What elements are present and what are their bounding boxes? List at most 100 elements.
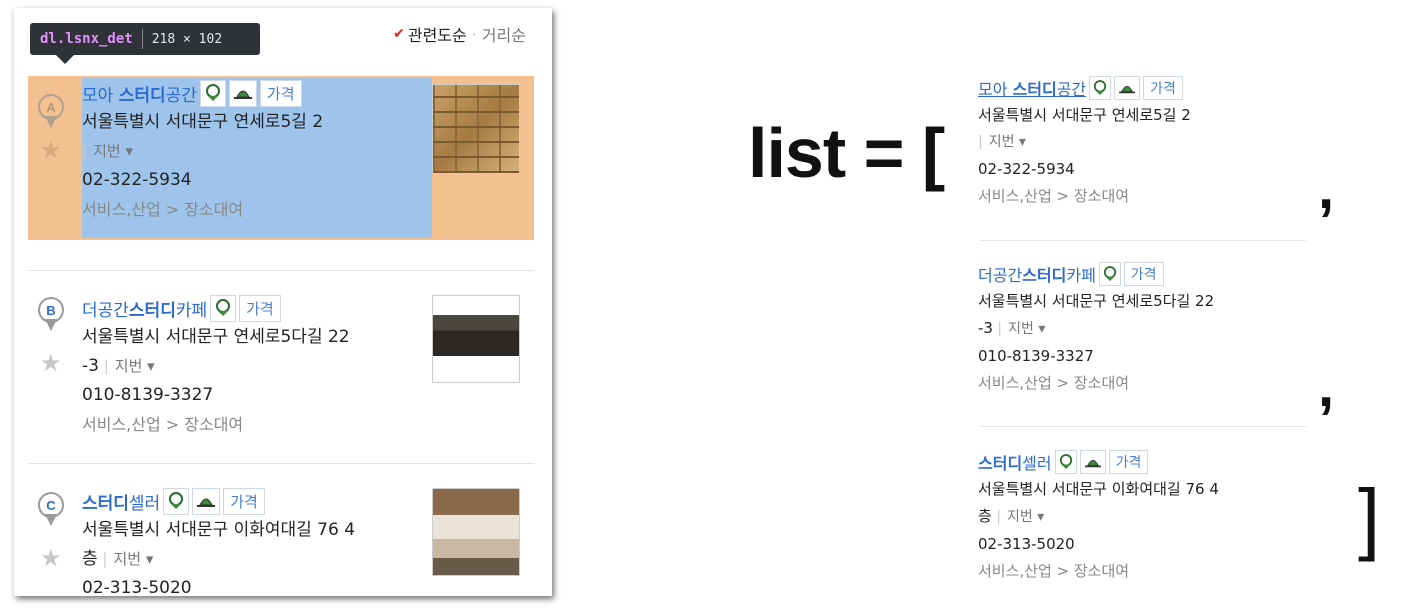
title-prefix: 모아	[978, 80, 1013, 99]
lot-label: 지번	[1008, 321, 1034, 337]
price-button[interactable]: 가격	[223, 487, 265, 515]
category-text: 서비스,산업 > 장소대여	[978, 562, 1130, 580]
title-prefix: 더공간	[82, 300, 129, 321]
sort-separator: ·	[471, 24, 477, 44]
category-text: 서비스,산업 > 장소대여	[978, 374, 1130, 392]
list-element-3: 스터디셀러 가격 서울특별시 서대문구 이화여대길 76 4 층 | 지번 ▾ 0…	[978, 448, 1308, 585]
list-close-bracket: ]	[1358, 473, 1381, 562]
title-row: 스터디셀러 가격	[978, 448, 1308, 476]
divider: |	[102, 550, 108, 568]
list-open-label: list = [	[748, 114, 945, 192]
lot-address-toggle[interactable]: | 지번 ▾	[98, 550, 153, 568]
list-element-2: 더공간스터디카페 가격 서울특별시 서대문구 연세로5다길 22 -3 | 지번 …	[978, 260, 1308, 397]
lot-address-toggle[interactable]: | 지번 ▾	[99, 357, 155, 375]
tooltip-selector: dl.lsnx_det	[40, 31, 133, 47]
result-title-link[interactable]: 모아 스터디공간	[82, 81, 197, 106]
title-row: 더공간스터디카페 가격	[82, 293, 350, 323]
list-comma: ,	[1318, 354, 1335, 419]
result-title-link[interactable]: 스터디셀러	[978, 450, 1052, 474]
result-title-link[interactable]: 스터디셀러	[82, 489, 160, 514]
title-suffix: 셀러	[128, 493, 161, 514]
divider: |	[82, 142, 88, 160]
price-button[interactable]: 가격	[1123, 262, 1164, 286]
phone-text: 02-322-5934	[978, 160, 1075, 178]
lot-label: 지번	[114, 357, 143, 375]
address-text: 서울특별시 서대문구 이화여대길 76 4	[978, 480, 1219, 498]
title-row: 스터디셀러 가격	[82, 486, 355, 516]
result-item-b[interactable]: B ★ 더공간스터디카페 가격 서울특별시 서대문구 연세로5다길 22 -3 …	[28, 270, 534, 462]
result-title-link[interactable]: 더공간스터디카페	[82, 296, 207, 321]
sort-distance-link[interactable]: 거리순	[482, 22, 526, 46]
address-continuation: 층	[82, 549, 98, 569]
address-lot-row: -3 | 지번 ▾	[978, 315, 1308, 343]
address-continuation: -3	[978, 319, 993, 337]
result-item-a[interactable]: A ★ 모아 스터디공간 가격 서울특별시 서대문구 연세로5길 2 | 지번 ▾…	[28, 76, 534, 240]
bell-badge-icon	[228, 79, 257, 107]
address-text: 서울특별시 서대문구 연세로5다길 22	[978, 292, 1215, 310]
phone-text: 02-313-5020	[82, 578, 192, 596]
title-keyword: 스터디	[1012, 80, 1057, 99]
result-thumbnail[interactable]	[432, 84, 520, 174]
caret-down-icon: ▾	[142, 357, 155, 375]
parking-badge-icon	[1098, 262, 1121, 286]
title-suffix: 공간	[165, 85, 197, 106]
lot-label: 지번	[93, 142, 121, 160]
parking-badge-icon	[199, 79, 226, 107]
sort-relevance-link[interactable]: 관련도순	[408, 22, 467, 46]
title-prefix: 모아	[82, 85, 119, 106]
title-row: 모아 스터디공간 가격	[82, 78, 323, 108]
address-continuation: 층	[978, 507, 992, 525]
result-item-c[interactable]: C ★ 스터디셀러 가격 서울특별시 서대문구 이화여대길 76 4 층 | 지번…	[28, 463, 534, 596]
parking-badge-icon	[210, 294, 237, 322]
star-icon[interactable]: ★	[40, 138, 62, 162]
search-results-panel: dl.lsnx_det 218 × 102 ✔ 관련도순 · 거리순 A ★ 모…	[14, 8, 552, 596]
tooltip-separator	[141, 29, 143, 49]
result-thumbnail[interactable]	[432, 488, 520, 576]
lot-label: 지번	[1006, 509, 1033, 525]
title-suffix: 카페	[175, 300, 208, 321]
price-button[interactable]: 가격	[259, 79, 302, 107]
caret-down-icon: ▾	[1033, 321, 1046, 337]
divider: |	[978, 134, 983, 150]
caret-down-icon: ▾	[120, 142, 133, 160]
star-icon[interactable]: ★	[40, 351, 62, 375]
bell-badge-icon	[1079, 450, 1106, 474]
address-lot-row: 층 | 지번 ▾	[978, 503, 1308, 531]
pin-tail	[45, 319, 57, 331]
title-suffix: 셀러	[1022, 454, 1052, 473]
address-text: 서울특별시 서대문구 연세로5길 2	[978, 106, 1191, 124]
category-text: 서비스,산업 > 장소대여	[978, 187, 1130, 205]
bell-badge-icon	[192, 487, 221, 515]
map-pin-icon[interactable]: A	[38, 94, 64, 130]
title-keyword: 스터디	[1022, 266, 1067, 285]
result-thumbnail[interactable]	[432, 295, 520, 383]
title-suffix: 카페	[1066, 266, 1096, 285]
map-pin-icon[interactable]: B	[38, 297, 64, 333]
sort-options: ✔ 관련도순 · 거리순	[393, 22, 526, 46]
list-element-1: 모아 스터디공간 가격 서울특별시 서대문구 연세로5길 2 | 지번 ▾ 02-…	[978, 74, 1308, 210]
lot-address-toggle[interactable]: | 지번 ▾	[82, 137, 323, 166]
devtools-element-tooltip: dl.lsnx_det 218 × 102	[30, 23, 260, 64]
result-title-link[interactable]: 더공간스터디카페	[978, 262, 1096, 286]
map-pin-icon[interactable]: C	[38, 492, 64, 528]
caret-down-icon: ▾	[1032, 509, 1045, 525]
price-button[interactable]: 가격	[1143, 76, 1183, 100]
address-continuation: -3	[82, 356, 99, 376]
title-keyword: 스터디	[118, 85, 166, 106]
phone-text: 02-313-5020	[978, 535, 1075, 553]
lot-address-toggle[interactable]: | 지번 ▾	[993, 321, 1045, 337]
parking-badge-icon	[1089, 76, 1112, 100]
result-title-link[interactable]: 모아 스터디공간	[978, 76, 1086, 100]
pin-tail	[45, 514, 57, 526]
address-text: 서울특별시 서대문구 이화여대길 76 4	[82, 520, 356, 540]
price-button[interactable]: 가격	[1108, 450, 1149, 474]
category-text: 서비스,산업 > 장소대여	[82, 200, 244, 219]
result-content: 모아 스터디공간 가격 서울특별시 서대문구 연세로5길 2 | 지번 ▾ 02-…	[82, 78, 323, 224]
lot-label: 지번	[113, 550, 142, 568]
title-row: 모아 스터디공간 가격	[978, 74, 1308, 102]
lot-address-toggle[interactable]: | 지번 ▾	[978, 129, 1308, 156]
phone-text: 02-322-5934	[82, 170, 192, 190]
lot-address-toggle[interactable]: | 지번 ▾	[992, 509, 1044, 525]
star-icon[interactable]: ★	[40, 546, 62, 570]
price-button[interactable]: 가격	[239, 294, 281, 322]
